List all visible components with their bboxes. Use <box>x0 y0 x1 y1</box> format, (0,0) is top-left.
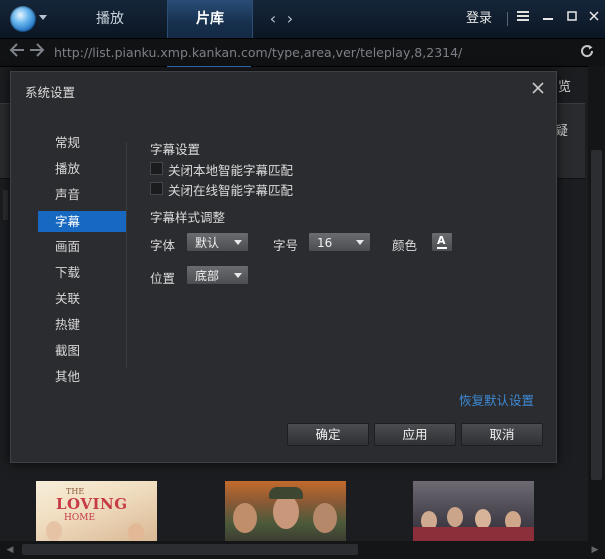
back-arrow-icon[interactable] <box>9 43 25 61</box>
poster-thumbnail[interactable] <box>225 481 346 541</box>
local-match-label[interactable]: 关闭本地智能字幕匹配 <box>168 160 293 179</box>
menu-item-association[interactable]: 关联 <box>38 288 126 309</box>
chevron-down-icon[interactable] <box>39 15 47 20</box>
menu-item-sound[interactable]: 声音 <box>38 184 126 205</box>
title-bar: 播放 片库 ‹ › 登录 <box>0 0 605 39</box>
font-color-icon: A <box>437 234 446 247</box>
chevron-down-icon <box>356 240 364 245</box>
window-close-icon[interactable] <box>583 7 605 29</box>
minimize-icon[interactable] <box>537 7 559 29</box>
color-picker-button[interactable]: A <box>431 232 453 252</box>
chevron-down-icon <box>234 240 242 245</box>
font-select[interactable]: 默认 <box>186 232 249 252</box>
vertical-scrollbar-thumb[interactable] <box>591 150 602 480</box>
player-logo-icon[interactable] <box>10 6 36 32</box>
menu-item-other[interactable]: 其他 <box>38 366 126 387</box>
local-match-checkbox[interactable] <box>150 162 163 175</box>
chevron-down-icon <box>234 273 242 278</box>
restore-defaults-link[interactable]: 恢复默认设置 <box>459 390 534 409</box>
menu-divider <box>126 142 127 368</box>
subtitle-settings-title: 字幕设置 <box>150 142 201 157</box>
menu-item-playback[interactable]: 播放 <box>38 158 126 179</box>
size-select[interactable]: 16 <box>308 232 371 252</box>
ok-button[interactable]: 确定 <box>287 423 369 446</box>
address-bar: http://list.pianku.xmp.kankan.com/type,a… <box>0 39 605 67</box>
subtitle-style-title: 字幕样式调整 <box>150 210 226 225</box>
size-select-value: 16 <box>317 236 333 250</box>
menu-item-screenshot[interactable]: 截图 <box>38 340 126 361</box>
online-match-checkbox[interactable] <box>150 182 163 195</box>
menu-item-picture[interactable]: 画面 <box>38 236 126 257</box>
tab-library[interactable]: 片库 <box>167 0 253 38</box>
tab-back-icon[interactable]: ‹ <box>266 10 280 28</box>
forward-arrow-icon[interactable] <box>29 43 45 61</box>
login-link[interactable]: 登录 <box>466 0 492 38</box>
close-icon[interactable] <box>528 79 548 99</box>
tab-play[interactable]: 播放 <box>64 0 156 38</box>
dialog-title: 系统设置 <box>25 85 76 100</box>
tab-forward-icon[interactable]: › <box>283 10 297 28</box>
menu-item-subtitle[interactable]: 字幕 <box>38 211 126 232</box>
menu-item-download[interactable]: 下载 <box>38 262 126 283</box>
menu-item-hotkeys[interactable]: 热键 <box>38 314 126 335</box>
poster-thumbnail[interactable]: THE LOVING HOME <box>36 481 157 541</box>
online-match-label[interactable]: 关闭在线智能字幕匹配 <box>168 180 293 199</box>
poster-subtitle: HOME <box>64 513 96 523</box>
refresh-icon[interactable] <box>578 43 596 61</box>
cancel-button[interactable]: 取消 <box>461 423 543 446</box>
scroll-right-icon[interactable]: ▶ <box>587 541 603 559</box>
horizontal-scrollbar-thumb[interactable] <box>22 544 358 555</box>
font-label: 字体 <box>150 238 176 253</box>
maximize-icon[interactable] <box>561 7 583 29</box>
font-select-value: 默认 <box>195 236 220 250</box>
poster-title: LOVING <box>56 495 128 513</box>
url-field[interactable]: http://list.pianku.xmp.kankan.com/type,a… <box>54 39 462 66</box>
size-label: 字号 <box>273 238 299 253</box>
position-select-value: 底部 <box>195 269 220 283</box>
position-select[interactable]: 底部 <box>186 265 249 285</box>
poster-thumbnail[interactable] <box>413 481 534 541</box>
color-label: 颜色 <box>392 238 418 253</box>
settings-dialog: 系统设置 常规 播放 声音 字幕 画面 下载 关联 热键 截图 其他 字幕设置 … <box>10 71 557 463</box>
left-edge-handle[interactable] <box>3 190 8 220</box>
library-side-text-top: 览 <box>558 80 572 95</box>
menu-item-general[interactable]: 常规 <box>38 132 126 153</box>
apply-button[interactable]: 应用 <box>374 423 456 446</box>
position-label: 位置 <box>150 271 176 286</box>
divider <box>507 12 508 26</box>
scroll-left-icon[interactable]: ◀ <box>2 541 18 559</box>
grid-menu-icon[interactable] <box>512 7 534 29</box>
